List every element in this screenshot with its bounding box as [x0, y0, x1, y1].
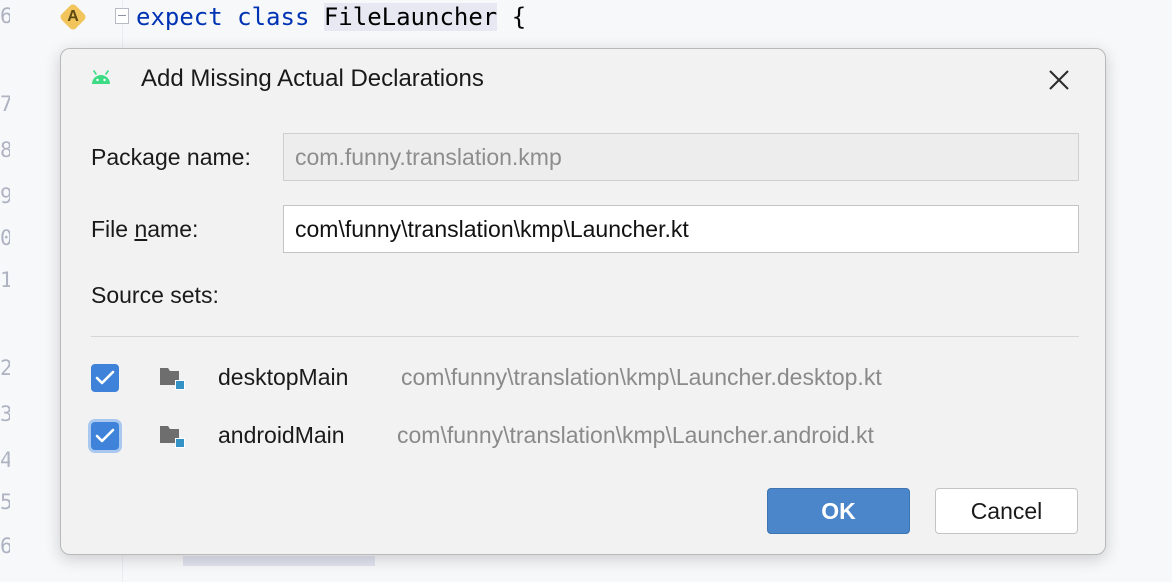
- line-number: 4: [0, 448, 10, 472]
- fold-icon[interactable]: [115, 8, 129, 24]
- android-icon: [89, 67, 113, 91]
- checkmark-icon: [95, 428, 115, 443]
- checkmark-icon: [95, 370, 115, 385]
- source-set-row-android[interactable]: androidMain com\funny\translation\kmp\La…: [91, 416, 1079, 456]
- line-number: 6: [0, 534, 10, 558]
- line-number: 5: [0, 490, 10, 514]
- source-set-name: androidMain: [218, 422, 345, 448]
- module-folder-icon: [159, 424, 187, 450]
- dialog-title: Add Missing Actual Declarations: [141, 65, 484, 92]
- code-line[interactable]: expect class FileLauncher {: [136, 1, 526, 33]
- close-button[interactable]: [1042, 63, 1076, 97]
- source-set-row-desktop[interactable]: desktopMain com\funny\translation\kmp\La…: [91, 358, 1079, 398]
- expect-declaration-icon[interactable]: A: [58, 2, 88, 32]
- code-keyword: expect: [136, 3, 223, 31]
- close-icon: [1049, 70, 1069, 90]
- file-name-input[interactable]: [283, 205, 1079, 253]
- code-keyword: class: [237, 3, 310, 31]
- line-number: 3: [0, 402, 10, 426]
- desktop-main-checkbox[interactable]: [91, 364, 119, 392]
- dialog-title-bar: Add Missing Actual Declarations: [61, 49, 1105, 111]
- cancel-button[interactable]: Cancel: [935, 488, 1078, 534]
- line-number: 9: [0, 184, 10, 208]
- line-number: 2: [0, 356, 10, 380]
- ok-button[interactable]: OK: [767, 488, 910, 534]
- source-set-name: desktopMain: [218, 364, 349, 390]
- line-number: 1: [0, 268, 10, 292]
- source-set-path: com\funny\translation\kmp\Launcher.andro…: [397, 422, 874, 448]
- module-folder-icon: [159, 366, 187, 392]
- line-number: 0: [0, 226, 10, 250]
- divider: [91, 336, 1079, 337]
- line-number: 6: [0, 4, 10, 28]
- code-brace: {: [511, 3, 527, 31]
- android-main-checkbox[interactable]: [91, 422, 119, 450]
- source-sets-label: Source sets:: [91, 282, 219, 308]
- package-name-input: [283, 133, 1079, 181]
- line-number: 8: [0, 138, 10, 162]
- file-name-label: File name:: [91, 216, 199, 242]
- source-set-path: com\funny\translation\kmp\Launcher.deskt…: [401, 364, 882, 390]
- code-highlight: [183, 556, 375, 566]
- add-missing-actual-declarations-dialog: Add Missing Actual Declarations Package …: [60, 48, 1106, 555]
- package-name-label: Package name:: [91, 144, 251, 170]
- line-number: 7: [0, 92, 10, 116]
- class-name: FileLauncher: [323, 3, 498, 31]
